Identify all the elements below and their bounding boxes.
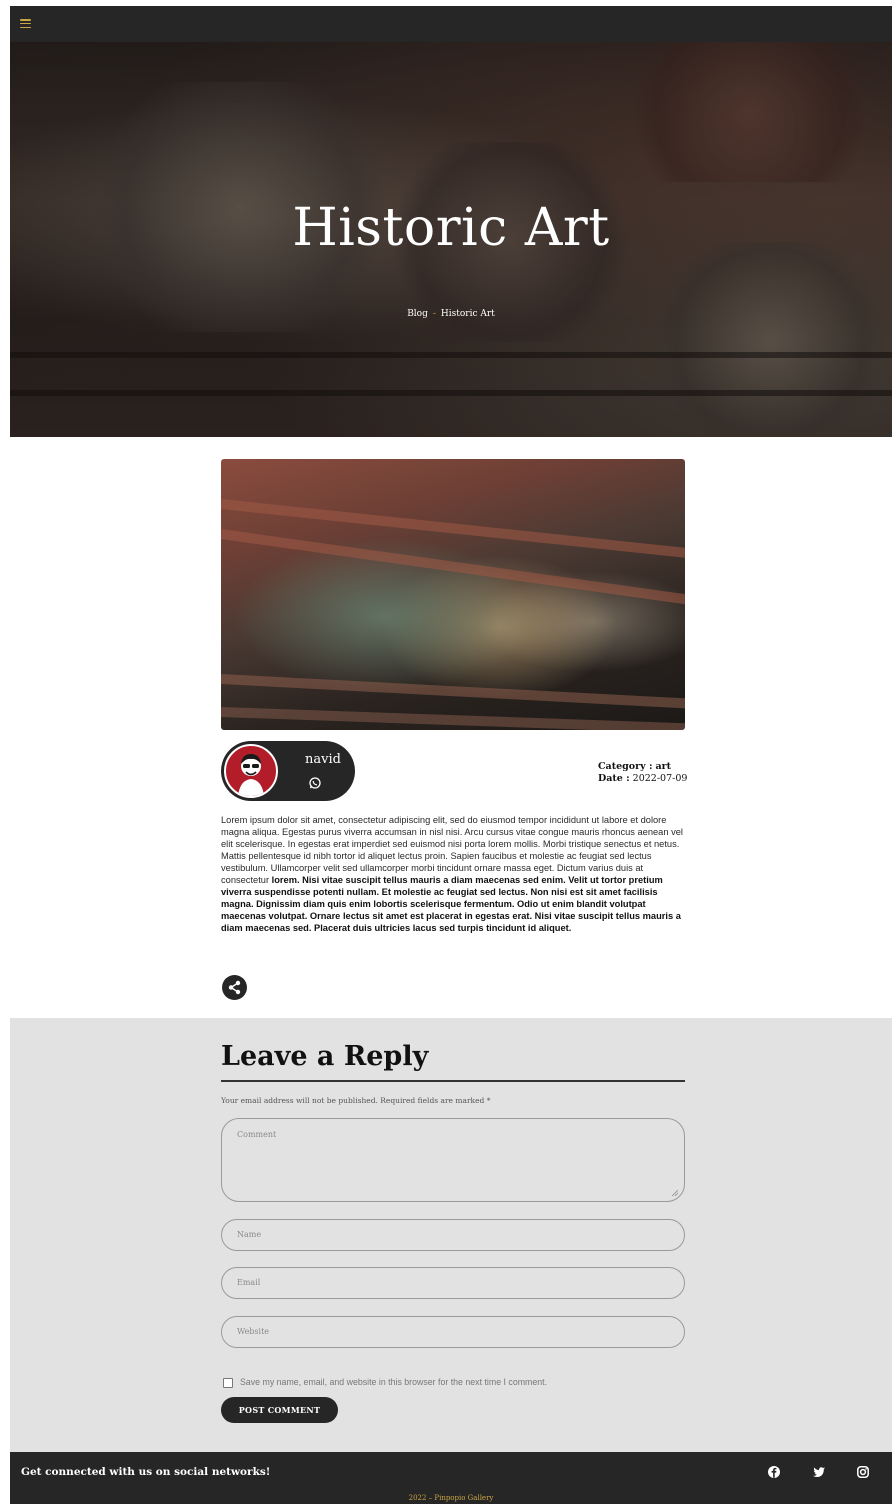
share-button[interactable] xyxy=(222,975,247,1000)
breadcrumb-current: Historic Art xyxy=(440,309,495,319)
copyright-text: 2022 – Pinpopio Gallery xyxy=(408,1494,494,1502)
category-value[interactable]: art xyxy=(656,761,672,772)
post-featured-image xyxy=(221,459,685,730)
name-placeholder: Name xyxy=(237,1230,262,1239)
footer: Get connected with us on social networks… xyxy=(10,1452,892,1504)
date-label: Date : xyxy=(598,773,630,784)
reply-divider xyxy=(221,1080,685,1082)
save-info-checkbox[interactable] xyxy=(223,1377,233,1388)
comment-textarea[interactable]: Comment xyxy=(221,1118,685,1202)
hero-banner: Historic Art Blog - Historic Art xyxy=(10,42,892,437)
twitter-icon[interactable] xyxy=(812,1465,826,1479)
save-info-label[interactable]: Save my name, email, and website in this… xyxy=(240,1377,547,1387)
instagram-icon[interactable] xyxy=(856,1465,870,1479)
post-body: Lorem ipsum dolor sit amet, consectetur … xyxy=(221,814,687,934)
name-input[interactable]: Name xyxy=(221,1219,685,1251)
avatar xyxy=(224,744,278,798)
reply-section: Leave a Reply Your email address will no… xyxy=(10,1018,892,1452)
facebook-icon[interactable] xyxy=(767,1465,781,1479)
top-nav-bar xyxy=(10,6,892,42)
footer-social-text: Get connected with us on social networks… xyxy=(21,1466,271,1478)
resize-handle[interactable] xyxy=(672,1190,678,1196)
date-value: 2022-07-09 xyxy=(632,773,688,784)
post-body-bold: lorem. Nisi vitae suscipit tellus mauris… xyxy=(221,875,681,934)
website-input[interactable]: Website xyxy=(221,1316,685,1348)
email-input[interactable]: Email xyxy=(221,1267,685,1299)
post-meta: Category : art Date : 2022-07-09 xyxy=(598,761,687,785)
breadcrumb-separator: - xyxy=(432,309,436,319)
comment-placeholder: Comment xyxy=(237,1130,277,1139)
author-card: navid xyxy=(221,741,355,801)
author-name[interactable]: navid xyxy=(305,752,341,767)
post-comment-button[interactable]: POST COMMENT xyxy=(221,1397,338,1423)
breadcrumb: Blog - Historic Art xyxy=(10,309,892,319)
reply-title: Leave a Reply xyxy=(221,1041,429,1072)
share-icon xyxy=(228,980,241,995)
page-title: Historic Art xyxy=(292,198,610,258)
category-label: Category : xyxy=(598,761,653,772)
hamburger-menu-icon[interactable] xyxy=(20,19,31,29)
website-placeholder: Website xyxy=(237,1327,270,1336)
breadcrumb-link-blog[interactable]: Blog xyxy=(407,309,428,319)
email-placeholder: Email xyxy=(237,1278,261,1287)
save-info-row: Save my name, email, and website in this… xyxy=(223,1377,547,1388)
reply-note: Your email address will not be published… xyxy=(221,1096,491,1105)
whatsapp-icon[interactable] xyxy=(308,776,322,790)
